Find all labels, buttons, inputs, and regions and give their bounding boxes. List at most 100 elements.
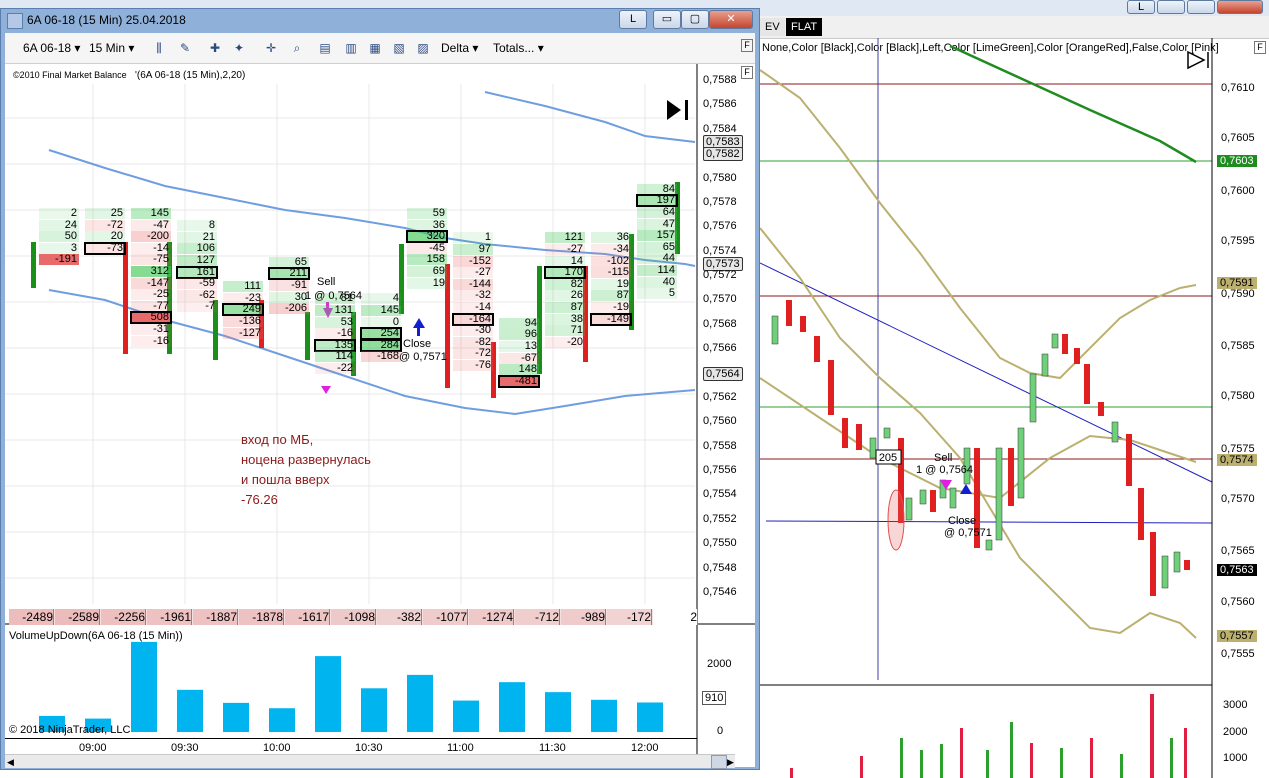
indicators-icon[interactable]: ▥ [343,40,359,56]
footprint-cell: 59 [407,208,447,220]
zoom-icon[interactable]: ⌕ [289,40,305,56]
bg-price-label: 0,7600 [1221,185,1255,197]
price-axis-label: 0,7586 [703,98,737,111]
totals-select[interactable]: Totals... ▾ [493,39,544,57]
time-axis-label: 10:00 [263,742,291,754]
footprint-cell: -191 [39,254,79,266]
strategies-icon[interactable]: ▦ [367,40,383,56]
bg-price-label-band: 0,7557 [1217,630,1257,642]
footprint-cell: 197 [636,194,678,208]
tab-flat[interactable]: FLAT [786,18,823,36]
time-axis-label: 09:00 [79,742,107,754]
footprint-cell: 40 [637,276,677,288]
footprint-cell: 114 [315,351,355,363]
volume-bar [269,708,295,732]
volume-axis-label: 2000 [707,658,732,670]
interval-select[interactable]: 15 Min ▾ [89,39,134,57]
footprint-cell: 65 [269,256,309,268]
price-axis-label: 0,7554 [703,488,737,501]
footprint-cell: 2 [39,208,79,220]
data-box-icon[interactable]: ▧ [391,40,407,56]
footprint-cell: 127 [177,255,217,267]
minimize-button[interactable]: ▭ [653,10,681,29]
footprint-cell: 25 [85,208,125,220]
bar-type-icon[interactable]: ⫼ [151,40,167,56]
pencil-icon[interactable]: ✎ [177,40,193,56]
footprint-cell: -206 [269,303,309,315]
background-sell-price: 1 @ 0,7564 [916,464,973,476]
price-axis-label: 0,7556 [703,464,737,477]
delta-cell: -1887 [193,609,238,625]
horizontal-scrollbar[interactable]: ◀ ▶ [5,754,735,769]
footprint-cell: 38 [545,313,585,325]
footprint-cell: 36 [591,232,631,244]
maximize-button[interactable]: ▢ [681,10,709,29]
footprint-cell: 19 [407,277,447,289]
background-box-205: 205 [879,452,897,464]
delta-cell: -2589 [55,609,100,625]
volume-bars [39,641,663,732]
price-axis-label: 0,7558 [703,439,737,452]
footprint-cell: -67 [499,352,539,364]
background-candles [771,300,1190,596]
footprint-cell: 170 [544,266,586,280]
time-axis-label: 11:30 [539,742,566,754]
scroll-right-icon[interactable]: ▶ [727,757,734,768]
properties-icon[interactable]: ▤ [317,40,333,56]
footprint-cell: 19 [591,278,631,290]
footprint-cell: 508 [130,311,172,325]
delta-select[interactable]: Delta ▾ [441,39,478,57]
background-minimize-button[interactable] [1157,0,1185,14]
instrument-select[interactable]: 6A 06-18 ▾ [23,39,80,57]
title-bar[interactable]: 6A 06-18 (15 Min) 25.04.2018 L ▭ ▢ ✕ [1,9,759,31]
footprint-cell: 13 [499,341,539,352]
delta-cell: -1961 [147,609,192,625]
footprint-cell: -23 [223,292,263,304]
footprint-cell: -20 [545,336,585,348]
crosshair-icon[interactable]: ✛ [263,40,279,56]
background-link-button[interactable]: L [1127,0,1155,14]
footprint-cell: 284 [360,338,402,352]
time-axis-label: 12:00 [631,742,659,754]
price-axis-label: 0,7588 [703,74,737,86]
close-button[interactable]: ✕ [709,10,753,29]
background-close-button[interactable] [1217,0,1263,14]
link-button[interactable]: L [619,10,647,29]
order-icon[interactable]: ▨ [415,40,431,56]
background-volume-bars [790,694,1187,778]
footprint-cell: -30 [453,325,493,337]
footprint-cell: -47 [131,219,171,231]
footprint-cell: 44 [637,253,677,265]
footprint-cell: 71 [545,325,585,337]
footprint-cell: -144 [453,278,493,290]
bg-price-label: 0,7555 [1221,648,1255,660]
price-axis-label: 0,7566 [703,342,737,355]
background-close-label: Close [948,515,976,527]
footprint-cell: 157 [637,230,677,242]
footprint-cell: 50 [39,231,79,243]
volume-bar [637,702,663,732]
bg-price-label: 0,7570 [1221,493,1255,505]
scroll-left-icon[interactable]: ◀ [7,757,14,768]
tab-ev[interactable]: EV [760,18,785,36]
footprint-cell: -147 [131,277,171,289]
footprint-cell: 106 [177,243,217,255]
delta-cell: -1878 [239,609,284,625]
background-sell-label: Sell [934,452,952,464]
footprint-cell: 211 [268,267,310,281]
footprint-chart[interactable]: ©2010 Final Market Balance '(6A 06-18 (1… [5,64,755,769]
eraser-icon[interactable]: ✦ [231,40,247,56]
scrollbar-thumb[interactable] [711,755,727,769]
sell-label: Sell [317,276,336,288]
background-price-chart: 205 Sell 1 @ 0,7564 Close @ 0,7571 [760,38,1213,778]
footprint-cell: 47 [637,218,677,230]
toolbar-f-button[interactable]: F [741,39,753,52]
delta-cell: -989 [561,609,606,625]
footprint-cell: -27 [545,244,585,256]
price-axis: 0,7588 0,7586 0,7584 0,7583 0,7582 0,7580 0,75… [697,64,755,624]
bg-price-label: 0,7585 [1221,340,1255,352]
background-maximize-button[interactable] [1187,0,1215,14]
bg-volume-label: 3000 [1223,699,1248,711]
marker-icon[interactable]: ✚ [207,40,223,56]
footprint-cell: -102 [591,255,631,267]
